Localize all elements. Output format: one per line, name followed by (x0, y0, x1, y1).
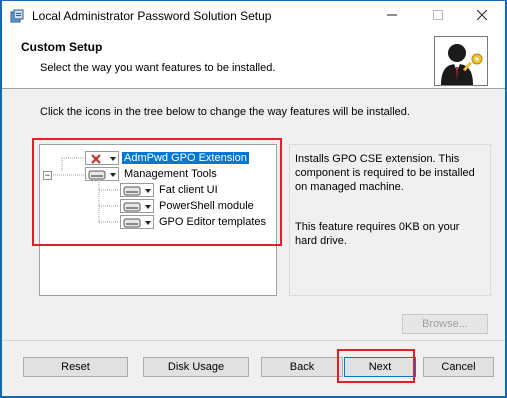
tree-item-powershell-module[interactable]: PowerShell module (120, 198, 256, 214)
setup-header: Custom Setup Select the way you want fea… (2, 31, 505, 89)
red-x-icon[interactable] (85, 151, 119, 165)
drive-icon[interactable] (120, 183, 154, 197)
minimize-button[interactable] (369, 1, 415, 31)
tree-item-label: AdmPwd GPO Extension (122, 152, 249, 164)
minimize-icon (387, 10, 397, 23)
feature-description: Installs GPO CSE extension. This compone… (295, 153, 475, 193)
title-bar[interactable]: Local Administrator Password Solution Se… (2, 1, 505, 31)
reset-button[interactable]: Reset (23, 357, 128, 377)
maximize-button[interactable] (415, 1, 461, 31)
page-subtitle: Select the way you want features to be i… (40, 62, 276, 74)
tree-item-label: PowerShell module (159, 200, 254, 212)
instructions-text: Click the icons in the tree below to cha… (40, 106, 410, 118)
close-button[interactable] (459, 1, 505, 31)
tree-item-fat-client-ui[interactable]: Fat client UI (120, 182, 220, 198)
disk-usage-button[interactable]: Disk Usage (143, 357, 249, 377)
collapse-expander[interactable]: − (43, 171, 52, 180)
feature-size-requirement: This feature requires 0KB on your hard d… (295, 221, 460, 247)
cancel-button[interactable]: Cancel (423, 357, 494, 377)
drive-icon[interactable] (120, 199, 154, 213)
maximize-icon (433, 9, 443, 23)
installer-app-icon (10, 9, 24, 23)
window-title: Local Administrator Password Solution Se… (32, 9, 272, 23)
footer-divider (2, 340, 505, 341)
next-button[interactable]: Next (344, 357, 416, 377)
browse-button[interactable]: Browse... (402, 314, 488, 334)
back-button[interactable]: Back (261, 357, 343, 377)
tree-item-gpo-editor-templates[interactable]: GPO Editor templates (120, 214, 268, 230)
administrator-key-icon (434, 36, 488, 86)
drive-icon[interactable] (120, 215, 154, 229)
tree-item-management-tools[interactable]: Management Tools (85, 166, 219, 182)
feature-description-panel: Installs GPO CSE extension. This compone… (289, 144, 491, 296)
drive-icon[interactable] (85, 167, 119, 181)
feature-tree[interactable]: − AdmPwd GPO Extension Management Tools (39, 144, 277, 296)
close-icon (476, 9, 488, 23)
page-title: Custom Setup (21, 40, 103, 54)
tree-item-label: Management Tools (124, 168, 217, 180)
tree-item-admpwd-gpo-extension[interactable]: AdmPwd GPO Extension (85, 150, 249, 166)
setup-window: Local Administrator Password Solution Se… (1, 0, 506, 397)
tree-item-label: Fat client UI (159, 184, 218, 196)
minus-icon: − (44, 170, 51, 180)
tree-item-label: GPO Editor templates (159, 216, 266, 228)
